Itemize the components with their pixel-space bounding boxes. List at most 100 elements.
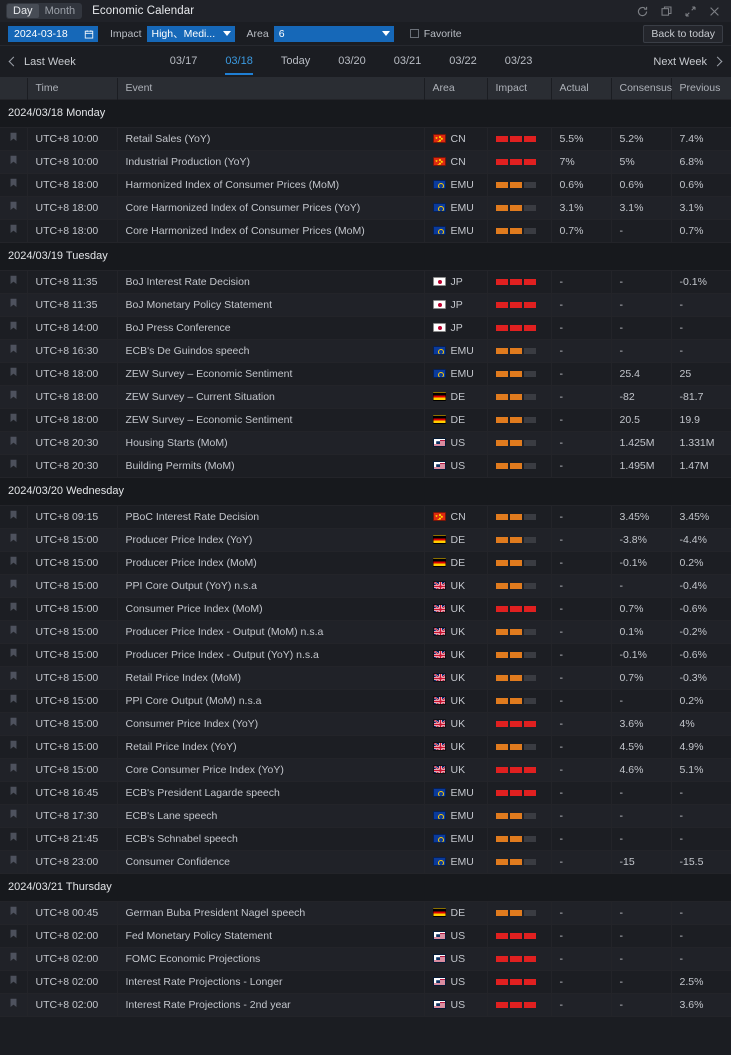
favorite-filter[interactable]: Favorite	[410, 28, 462, 40]
bookmark-icon[interactable]	[10, 201, 17, 211]
row-bookmark-cell[interactable]	[0, 574, 27, 597]
cell-event[interactable]: ECB's Lane speech	[117, 804, 424, 827]
bookmark-icon[interactable]	[10, 556, 17, 566]
row-bookmark-cell[interactable]	[0, 689, 27, 712]
row-bookmark-cell[interactable]	[0, 735, 27, 758]
row-bookmark-cell[interactable]	[0, 850, 27, 873]
row-bookmark-cell[interactable]	[0, 454, 27, 477]
row-bookmark-cell[interactable]	[0, 758, 27, 781]
day-tab-2[interactable]: Today	[267, 48, 324, 75]
cell-event[interactable]: Interest Rate Projections - 2nd year	[117, 993, 424, 1016]
table-row[interactable]: UTC+8 15:00PPI Core Output (MoM) n.s.aUK…	[0, 689, 731, 712]
bookmark-icon[interactable]	[10, 224, 17, 234]
row-bookmark-cell[interactable]	[0, 620, 27, 643]
cell-event[interactable]: Producer Price Index - Output (MoM) n.s.…	[117, 620, 424, 643]
bookmark-icon[interactable]	[10, 809, 17, 819]
cell-event[interactable]: BoJ Press Conference	[117, 316, 424, 339]
table-row[interactable]: UTC+8 20:30Housing Starts (MoM)US-1.425M…	[0, 431, 731, 454]
bookmark-icon[interactable]	[10, 786, 17, 796]
row-bookmark-cell[interactable]	[0, 127, 27, 150]
bookmark-icon[interactable]	[10, 602, 17, 612]
table-row[interactable]: UTC+8 18:00Harmonized Index of Consumer …	[0, 173, 731, 196]
cell-event[interactable]: ZEW Survey – Economic Sentiment	[117, 362, 424, 385]
row-bookmark-cell[interactable]	[0, 339, 27, 362]
table-row[interactable]: UTC+8 10:00Retail Sales (YoY)CN5.5%5.2%7…	[0, 127, 731, 150]
row-bookmark-cell[interactable]	[0, 970, 27, 993]
row-bookmark-cell[interactable]	[0, 293, 27, 316]
cell-event[interactable]: Harmonized Index of Consumer Prices (MoM…	[117, 173, 424, 196]
bookmark-icon[interactable]	[10, 694, 17, 704]
cell-event[interactable]: PBoC Interest Rate Decision	[117, 505, 424, 528]
cell-event[interactable]: Core Harmonized Index of Consumer Prices…	[117, 196, 424, 219]
bookmark-icon[interactable]	[10, 275, 17, 285]
row-bookmark-cell[interactable]	[0, 528, 27, 551]
cell-event[interactable]: ZEW Survey – Current Situation	[117, 385, 424, 408]
table-row[interactable]: UTC+8 11:35BoJ Monetary Policy Statement…	[0, 293, 731, 316]
table-row[interactable]: UTC+8 14:00BoJ Press ConferenceJP---	[0, 316, 731, 339]
table-row[interactable]: UTC+8 10:00Industrial Production (YoY)CN…	[0, 150, 731, 173]
bookmark-icon[interactable]	[10, 178, 17, 188]
cell-event[interactable]: Core Harmonized Index of Consumer Prices…	[117, 219, 424, 242]
row-bookmark-cell[interactable]	[0, 781, 27, 804]
impact-filter-select[interactable]: High、Medi...	[147, 26, 235, 42]
row-bookmark-cell[interactable]	[0, 551, 27, 574]
cell-event[interactable]: German Buba President Nagel speech	[117, 901, 424, 924]
row-bookmark-cell[interactable]	[0, 150, 27, 173]
table-row[interactable]: UTC+8 15:00Consumer Price Index (YoY)UK-…	[0, 712, 731, 735]
calendar-icon[interactable]	[84, 29, 94, 39]
bookmark-icon[interactable]	[10, 832, 17, 842]
row-bookmark-cell[interactable]	[0, 196, 27, 219]
view-mode-tabs[interactable]: Day Month	[6, 3, 82, 19]
row-bookmark-cell[interactable]	[0, 431, 27, 454]
tab-month[interactable]: Month	[39, 4, 82, 18]
day-tab-1[interactable]: 03/18	[211, 48, 267, 75]
bookmark-icon[interactable]	[10, 344, 17, 354]
row-bookmark-cell[interactable]	[0, 993, 27, 1016]
row-bookmark-cell[interactable]	[0, 712, 27, 735]
day-tab-6[interactable]: 03/23	[491, 48, 547, 75]
table-row[interactable]: UTC+8 16:45ECB's President Lagarde speec…	[0, 781, 731, 804]
day-tab-0[interactable]: 03/17	[156, 48, 212, 75]
day-tabs[interactable]: 03/17 03/18 Today 03/20 03/21 03/22 03/2…	[156, 48, 547, 75]
bookmark-icon[interactable]	[10, 510, 17, 520]
bookmark-icon[interactable]	[10, 906, 17, 916]
row-bookmark-cell[interactable]	[0, 173, 27, 196]
cell-event[interactable]: ZEW Survey – Economic Sentiment	[117, 408, 424, 431]
row-bookmark-cell[interactable]	[0, 316, 27, 339]
table-row[interactable]: UTC+8 18:00ZEW Survey – Economic Sentime…	[0, 408, 731, 431]
cell-event[interactable]: Retail Sales (YoY)	[117, 127, 424, 150]
next-week-button[interactable]: Next Week	[653, 56, 721, 68]
bookmark-icon[interactable]	[10, 671, 17, 681]
bookmark-icon[interactable]	[10, 390, 17, 400]
row-bookmark-cell[interactable]	[0, 666, 27, 689]
cell-event[interactable]: PPI Core Output (MoM) n.s.a	[117, 689, 424, 712]
row-bookmark-cell[interactable]	[0, 901, 27, 924]
table-row[interactable]: UTC+8 02:00Interest Rate Projections - 2…	[0, 993, 731, 1016]
duplicate-icon[interactable]	[660, 5, 673, 18]
cell-event[interactable]: ECB's Schnabel speech	[117, 827, 424, 850]
back-to-today-button[interactable]: Back to today	[643, 25, 723, 43]
table-row[interactable]: UTC+8 11:35BoJ Interest Rate DecisionJP-…	[0, 270, 731, 293]
cell-event[interactable]: Consumer Price Index (YoY)	[117, 712, 424, 735]
table-row[interactable]: UTC+8 15:00Producer Price Index - Output…	[0, 620, 731, 643]
cell-event[interactable]: Building Permits (MoM)	[117, 454, 424, 477]
row-bookmark-cell[interactable]	[0, 505, 27, 528]
cell-event[interactable]: BoJ Interest Rate Decision	[117, 270, 424, 293]
table-row[interactable]: UTC+8 15:00PPI Core Output (YoY) n.s.aUK…	[0, 574, 731, 597]
cell-event[interactable]: Producer Price Index (MoM)	[117, 551, 424, 574]
day-tab-5[interactable]: 03/22	[435, 48, 491, 75]
day-tab-3[interactable]: 03/20	[324, 48, 380, 75]
table-row[interactable]: UTC+8 18:00Core Harmonized Index of Cons…	[0, 196, 731, 219]
calendar-table-container[interactable]: Time Event Area Impact Actual Consensus …	[0, 78, 731, 1041]
table-row[interactable]: UTC+8 02:00Fed Monetary Policy Statement…	[0, 924, 731, 947]
tab-day[interactable]: Day	[7, 4, 39, 18]
row-bookmark-cell[interactable]	[0, 947, 27, 970]
table-row[interactable]: UTC+8 21:45ECB's Schnabel speechEMU---	[0, 827, 731, 850]
day-tab-4[interactable]: 03/21	[380, 48, 436, 75]
table-row[interactable]: UTC+8 00:45German Buba President Nagel s…	[0, 901, 731, 924]
cell-event[interactable]: ECB's De Guindos speech	[117, 339, 424, 362]
bookmark-icon[interactable]	[10, 929, 17, 939]
table-row[interactable]: UTC+8 23:00Consumer ConfidenceEMU--15-15…	[0, 850, 731, 873]
table-row[interactable]: UTC+8 15:00Retail Price Index (YoY)UK-4.…	[0, 735, 731, 758]
cell-event[interactable]: Consumer Confidence	[117, 850, 424, 873]
